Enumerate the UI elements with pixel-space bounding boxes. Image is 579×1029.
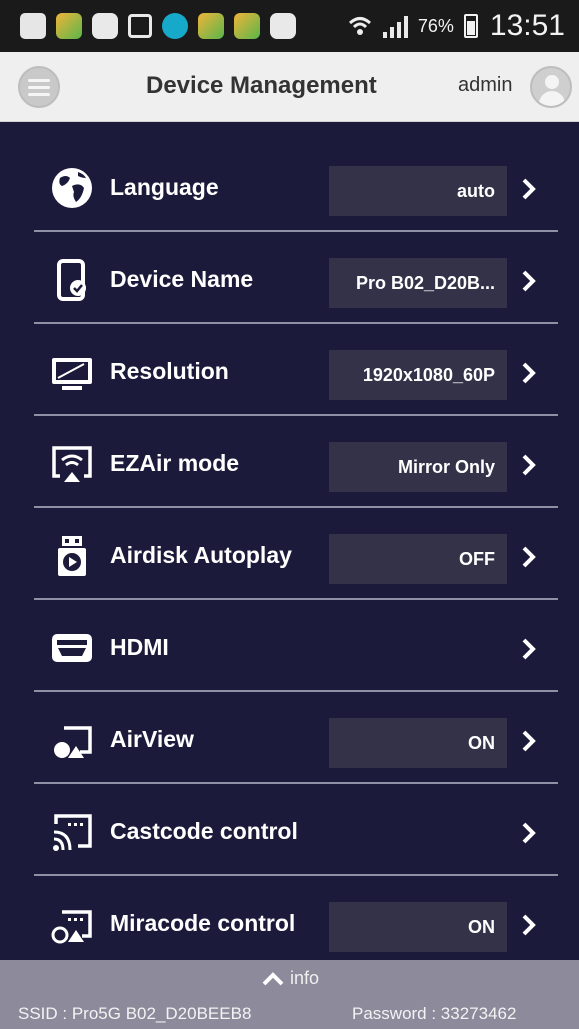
hdmi-icon — [50, 626, 94, 670]
setting-row-castcode-control[interactable]: Castcode control — [34, 784, 558, 876]
chevron-right-icon[interactable] — [516, 542, 542, 572]
menu-button[interactable] — [18, 66, 60, 108]
setting-value[interactable]: OFF — [329, 534, 507, 584]
setting-row-hdmi[interactable]: HDMI — [34, 600, 558, 692]
setting-label: Miracode control — [110, 910, 296, 936]
menu-icon-bar — [28, 78, 50, 82]
page-title: Device Management — [146, 72, 377, 99]
app-header: Device Management admin — [0, 52, 579, 122]
setting-row-device-name[interactable]: Device Name Pro B02_D20B... — [34, 232, 558, 324]
info-toggle[interactable]: info — [262, 968, 319, 989]
setting-row-ezair-mode[interactable]: EZAir mode Mirror Only — [34, 416, 558, 508]
app-icon — [56, 13, 82, 39]
setting-label: Castcode control — [110, 818, 298, 844]
chevron-right-icon[interactable] — [516, 634, 542, 664]
status-right: 76% 13:51 — [347, 9, 565, 43]
chevron-up-icon — [262, 971, 284, 985]
setting-row-language[interactable]: Language auto — [34, 140, 558, 232]
menu-icon-bar — [28, 85, 50, 89]
chevron-right-icon[interactable] — [516, 818, 542, 848]
settings-list: Language auto Device Name Pro B02_D20B..… — [0, 122, 579, 968]
chevron-right-icon[interactable] — [516, 910, 542, 940]
globe-icon — [50, 166, 94, 210]
signal-icon — [382, 14, 408, 38]
user-name[interactable]: admin — [458, 74, 512, 97]
notification-icons — [20, 13, 296, 39]
setting-value[interactable]: ON — [329, 718, 507, 768]
miracast-icon — [50, 902, 94, 946]
setting-label: Resolution — [110, 358, 229, 384]
setting-row-airview[interactable]: AirView ON — [34, 692, 558, 784]
setting-value[interactable]: Pro B02_D20B... — [329, 258, 507, 308]
check-icon — [162, 13, 188, 39]
menu-icon-bar — [28, 92, 50, 96]
chevron-right-icon[interactable] — [516, 358, 542, 388]
battery-percent: 76% — [417, 15, 454, 36]
setting-label: EZAir mode — [110, 450, 240, 476]
setting-value[interactable]: Mirror Only — [329, 442, 507, 492]
chevron-right-icon[interactable] — [516, 174, 542, 204]
clock: 13:51 — [489, 9, 565, 42]
chevron-right-icon[interactable] — [516, 266, 542, 296]
chevron-right-icon[interactable] — [516, 726, 542, 756]
setting-value[interactable]: ON — [329, 902, 507, 952]
password-text: Password : 33273462 — [352, 1004, 517, 1023]
app-icon — [198, 13, 224, 39]
message-icon — [20, 13, 46, 39]
setting-label: Device Name — [110, 266, 254, 292]
cast-icon — [50, 810, 94, 854]
airdisk-icon — [50, 534, 94, 578]
app-icon — [234, 13, 260, 39]
info-label: info — [290, 968, 320, 988]
airview-icon — [50, 718, 94, 762]
setting-label: Airdisk Autoplay — [110, 542, 292, 568]
s-icon — [92, 13, 118, 39]
setting-label: HDMI — [110, 634, 169, 660]
tablet-icon — [50, 258, 94, 302]
setting-label: AirView — [110, 726, 194, 752]
setting-row-resolution[interactable]: Resolution 1920x1080_60P — [34, 324, 558, 416]
status-bar: 76% 13:51 — [0, 0, 579, 52]
avatar-icon[interactable] — [530, 66, 572, 108]
battery-icon — [463, 14, 478, 38]
setting-value[interactable]: 1920x1080_60P — [329, 350, 507, 400]
ssid-text: SSID : Pro5G B02_D20BEEB8 — [18, 1004, 252, 1023]
info-footer: info SSID : Pro5G B02_D20BEEB8 Password … — [0, 960, 579, 1029]
chevron-right-icon[interactable] — [516, 450, 542, 480]
setting-row-miracode-control[interactable]: Miracode control ON — [34, 876, 558, 968]
wifi-icon — [348, 17, 371, 35]
setting-label: Language — [110, 174, 219, 200]
setting-value[interactable]: auto — [329, 166, 507, 216]
monitor-icon — [50, 350, 94, 394]
square-icon — [128, 14, 152, 38]
airplay-icon — [50, 442, 94, 486]
s-icon — [270, 13, 296, 39]
setting-row-airdisk-autoplay[interactable]: Airdisk Autoplay OFF — [34, 508, 558, 600]
